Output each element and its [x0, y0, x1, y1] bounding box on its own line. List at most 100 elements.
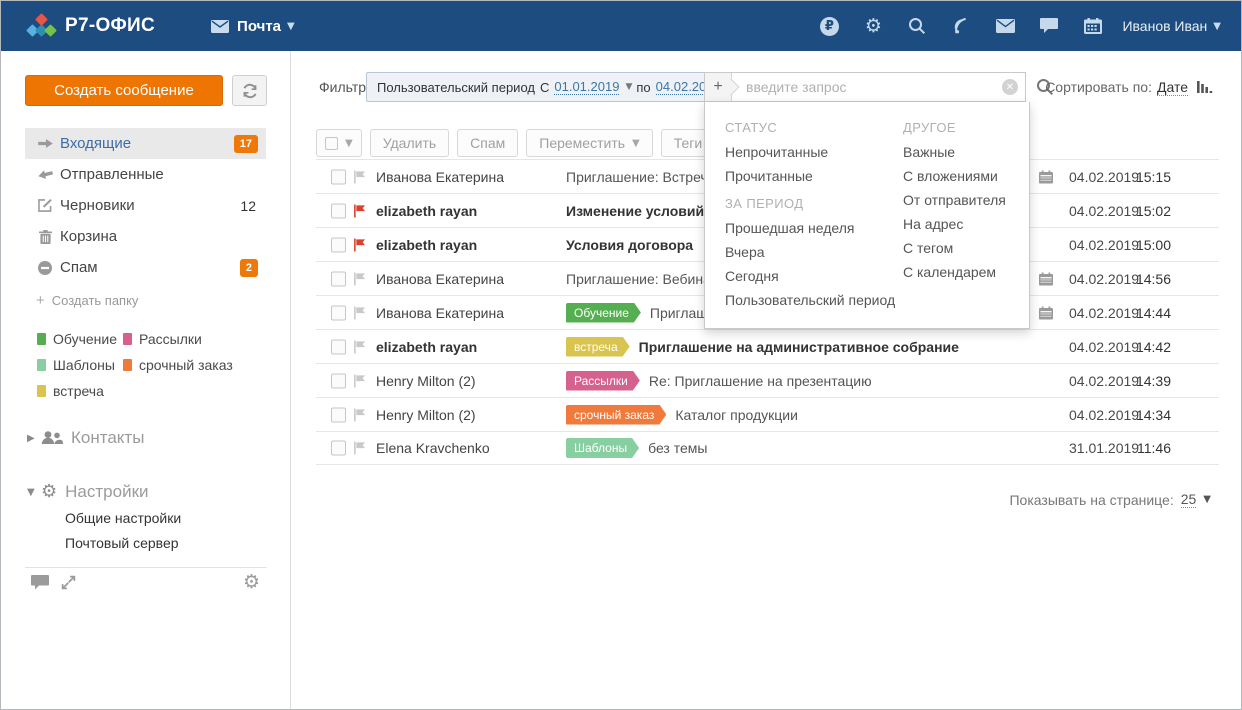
message-subject: Каталог продукции: [675, 407, 798, 423]
gear-icon[interactable]: ⚙: [243, 573, 260, 592]
search-icon[interactable]: [906, 15, 928, 37]
flag-icon[interactable]: [353, 442, 366, 455]
sort-control: Сортировать по: Дате: [1045, 72, 1213, 102]
support-chat-icon[interactable]: [31, 575, 49, 590]
message-row[interactable]: Henry Milton (2) Рассылки Re: Приглашени…: [316, 363, 1219, 397]
create-folder-button[interactable]: + Создать папку: [36, 292, 138, 309]
move-button[interactable]: Переместить▼: [526, 129, 652, 157]
folder-label: Спам: [60, 259, 98, 276]
ruble-icon[interactable]: ₽: [818, 15, 840, 37]
clear-search-icon[interactable]: ✕: [1002, 79, 1018, 95]
flag-icon[interactable]: [353, 408, 366, 421]
flag-icon[interactable]: [353, 272, 366, 285]
flag-icon[interactable]: [353, 306, 366, 319]
sidebar-item-contacts[interactable]: ▶ Контакты: [1, 427, 290, 449]
sidebar-item-trash[interactable]: Корзина: [25, 221, 266, 252]
contacts-icon: [41, 431, 63, 445]
filter-option-unread[interactable]: Непрочитанные: [725, 140, 903, 164]
sidebar-item-settings[interactable]: ▼ ⚙ Настройки: [1, 481, 290, 503]
message-row[interactable]: Henry Milton (2) срочный заказ Каталог п…: [316, 397, 1219, 431]
chevron-down-icon[interactable]: ▼: [1203, 494, 1211, 505]
message-tag-chip[interactable]: Обучение: [566, 303, 641, 323]
sidebar-tag-srochny-zakaz[interactable]: срочный заказ: [123, 357, 233, 373]
message-checkbox[interactable]: [331, 373, 346, 388]
flag-icon[interactable]: [353, 340, 366, 353]
flag-icon[interactable]: [353, 238, 366, 251]
filter-option-last-week[interactable]: Прошедшая неделя: [725, 216, 903, 240]
page-size-control: Показывать на странице: 25 ▼: [1009, 491, 1211, 508]
message-checkbox[interactable]: [331, 169, 346, 184]
sidebar-tag-vstrecha[interactable]: встреча: [37, 383, 104, 399]
sort-value[interactable]: Дате: [1157, 79, 1188, 96]
user-name: Иванов Иван: [1122, 18, 1207, 34]
gear-icon[interactable]: ⚙: [862, 15, 884, 37]
date-from-link[interactable]: 01.01.2019: [554, 79, 619, 95]
calendar-icon: [1039, 170, 1053, 183]
chevron-down-icon[interactable]: ▼: [625, 82, 632, 92]
refresh-button[interactable]: [232, 75, 267, 106]
mail-icon[interactable]: [994, 15, 1016, 37]
filter-option-yesterday[interactable]: Вчера: [725, 240, 903, 264]
filter-option-today[interactable]: Сегодня: [725, 264, 903, 288]
open-in-new-icon[interactable]: [61, 575, 76, 590]
filter-option-with-attachments[interactable]: С вложениями: [903, 164, 1006, 188]
message-date: 04.02.2019: [1069, 203, 1139, 219]
message-row[interactable]: elizabeth rayan встреча Приглашение на а…: [316, 329, 1219, 363]
message-tag-chip[interactable]: срочный заказ: [566, 405, 666, 425]
message-checkbox[interactable]: [331, 237, 346, 252]
filter-option-with-tag[interactable]: С тегом: [903, 236, 1006, 260]
sidebar-item-sent[interactable]: Отправленные: [25, 159, 266, 190]
message-subject: Re: Приглашение на презентацию: [649, 373, 872, 389]
message-date: 04.02.2019: [1069, 169, 1139, 185]
filter-option-to-address[interactable]: На адрес: [903, 212, 1006, 236]
filter-section-title: ЗА ПЕРИОД: [725, 192, 903, 216]
feed-icon[interactable]: [950, 15, 972, 37]
calendar-icon[interactable]: [1082, 15, 1104, 37]
message-checkbox[interactable]: [331, 203, 346, 218]
folder-label: Входящие: [60, 135, 131, 152]
message-tag-chip[interactable]: встреча: [566, 337, 630, 357]
flag-icon[interactable]: [353, 170, 366, 183]
add-filter-button[interactable]: +: [705, 73, 732, 101]
message-checkbox[interactable]: [331, 271, 346, 286]
filter-option-read[interactable]: Прочитанные: [725, 164, 903, 188]
chat-icon[interactable]: [1038, 15, 1060, 37]
message-checkbox[interactable]: [331, 339, 346, 354]
select-all-checkbox[interactable]: [325, 137, 338, 150]
search-input[interactable]: [732, 79, 1002, 95]
message-checkbox[interactable]: [331, 305, 346, 320]
page-size-value[interactable]: 25: [1181, 491, 1197, 508]
sidebar-tag-obuchenie[interactable]: Обучение: [37, 331, 117, 347]
sidebar-item-mail-server[interactable]: Почтовый сервер: [65, 535, 179, 551]
sidebar-item-spam[interactable]: Спам 2: [25, 252, 266, 283]
flag-icon[interactable]: [353, 204, 366, 217]
sidebar-tag-shablony[interactable]: Шаблоны: [37, 357, 115, 373]
message-checkbox[interactable]: [331, 441, 346, 456]
message-checkbox[interactable]: [331, 407, 346, 422]
flag-icon[interactable]: [353, 374, 366, 387]
sidebar-tag-rassylki[interactable]: Рассылки: [123, 331, 202, 347]
user-menu[interactable]: Иванов Иван ▼: [1122, 18, 1221, 34]
filter-option-from-sender[interactable]: От отправителя: [903, 188, 1006, 212]
compose-button[interactable]: Создать сообщение: [25, 75, 223, 106]
tag-color-swatch: [123, 333, 132, 345]
filter-option-with-calendar[interactable]: С календарем: [903, 260, 1006, 284]
select-all-dropdown[interactable]: ▼: [316, 129, 362, 157]
message-time: 11:46: [1137, 440, 1171, 456]
message-row[interactable]: Elena Kravchenko Шаблоны без темы 31.01.…: [316, 431, 1219, 465]
delete-button[interactable]: Удалить: [370, 129, 449, 157]
app-switcher-mail[interactable]: Почта ▼: [211, 18, 295, 35]
app-logo[interactable]: Р7-ОФИС: [27, 14, 155, 38]
sidebar-item-general-settings[interactable]: Общие настройки: [65, 510, 181, 526]
logo-text: Р7-ОФИС: [65, 15, 155, 37]
message-tag-chip[interactable]: Рассылки: [566, 371, 640, 391]
message-tag-chip[interactable]: Шаблоны: [566, 438, 639, 458]
filter-option-custom-period[interactable]: Пользовательский период: [725, 288, 903, 312]
sort-order-icon[interactable]: [1197, 81, 1213, 94]
sidebar-item-drafts[interactable]: Черновики 12: [25, 190, 266, 221]
tag-list: Обучение Рассылки Шаблоны срочный заказ …: [1, 331, 290, 409]
spam-icon: [36, 261, 54, 275]
sidebar-item-inbox[interactable]: Входящие 17: [25, 128, 266, 159]
filter-option-important[interactable]: Важные: [903, 140, 1006, 164]
spam-button[interactable]: Спам: [457, 129, 518, 157]
